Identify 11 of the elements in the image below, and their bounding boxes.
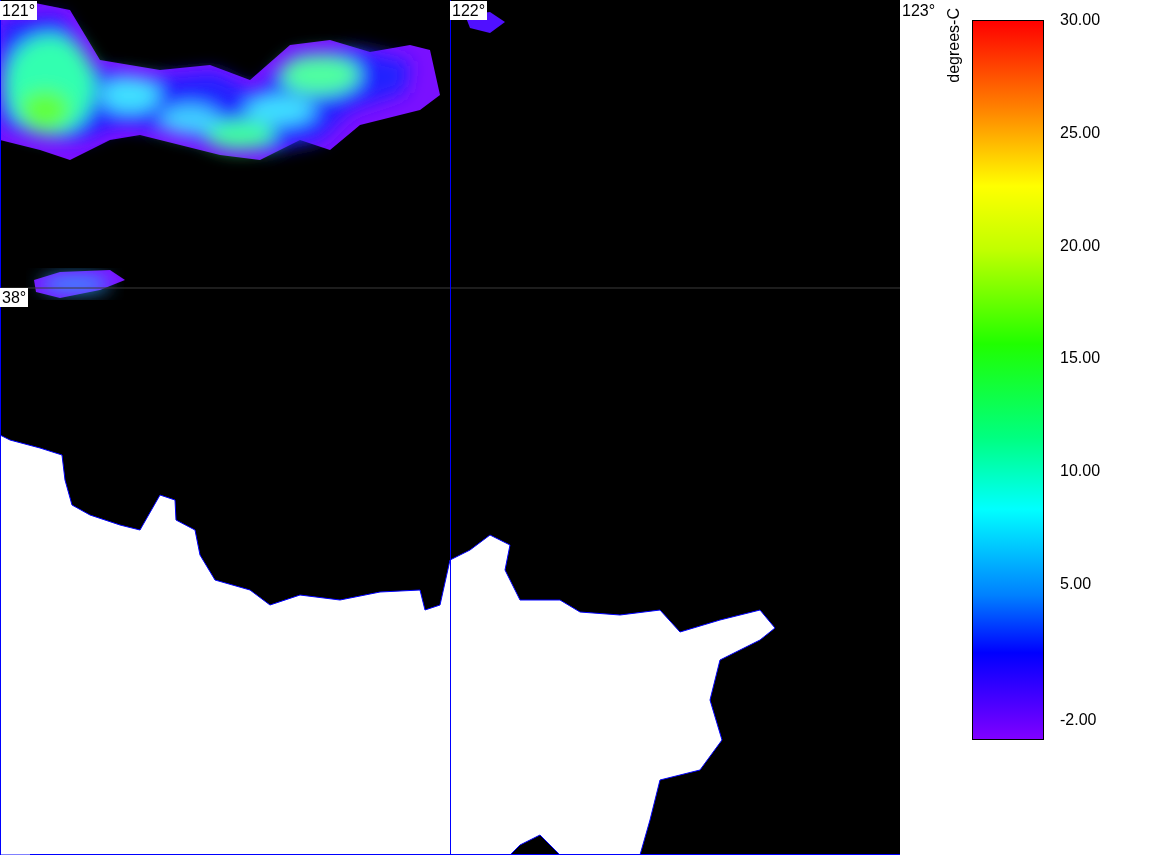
longitude-label: 122° — [450, 1, 488, 20]
colorbar-tick-label: 10.00 — [1059, 461, 1101, 482]
colorbar-tick-label: 25.00 — [1059, 122, 1101, 143]
colorbar-tick-label: 15.00 — [1059, 348, 1101, 369]
colorbar-tick-label: 30.00 — [1059, 10, 1101, 30]
longitude-label: 121° — [0, 1, 38, 20]
colorbar-tick-label: 20.00 — [1059, 235, 1101, 256]
latitude-label: 38° — [0, 288, 29, 307]
colorbar-tick-label: 5.00 — [1059, 574, 1092, 594]
colorbar-tick-label: -2.00 — [1059, 710, 1097, 730]
colorbar-label: degrees-C — [944, 8, 963, 83]
